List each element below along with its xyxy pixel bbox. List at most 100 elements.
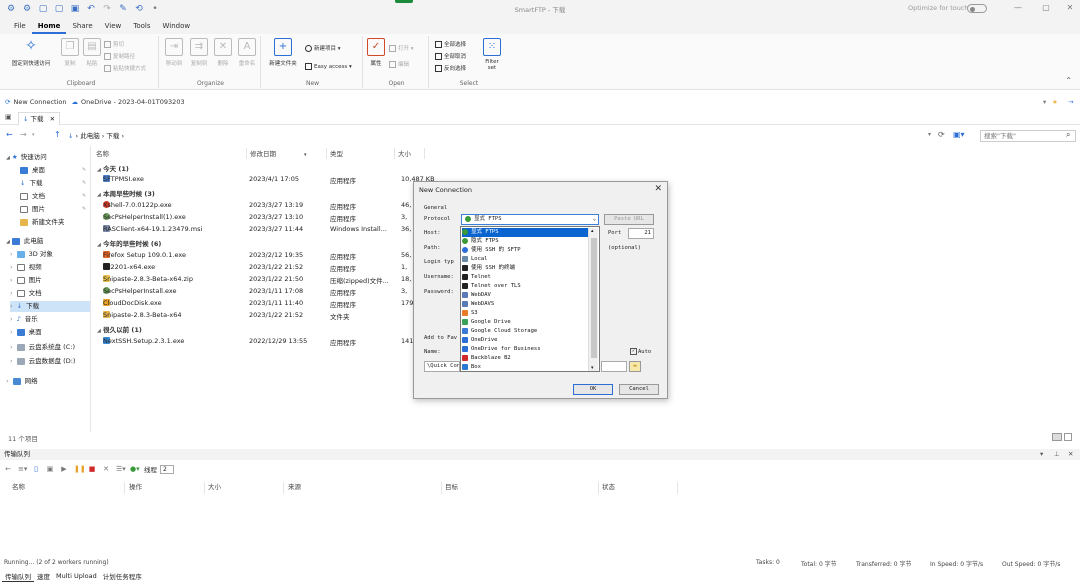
collapse-icon[interactable]: ◢: [97, 242, 101, 248]
stop-icon[interactable]: ■: [88, 465, 96, 473]
details-view-icon[interactable]: [1052, 433, 1062, 441]
list-icon[interactable]: ≡▾: [18, 465, 27, 473]
menu-window[interactable]: Window: [157, 18, 197, 34]
menu-view[interactable]: View: [99, 18, 128, 34]
nav-quick-pictures[interactable]: 图片: [20, 204, 45, 215]
protocol-option-implicit-ftps[interactable]: 隐式 FTPS: [462, 237, 588, 246]
protocol-select[interactable]: 显式 FTPS ⌄: [461, 214, 599, 225]
protocol-option-google-drive[interactable]: Google Drive: [462, 318, 588, 327]
new-folder-button[interactable]: + 新建文件夹: [265, 38, 301, 67]
session-link[interactable]: OneDrive - 2023-04-01T093203: [81, 98, 185, 106]
optimize-touch-toggle[interactable]: [967, 4, 987, 13]
back-icon[interactable]: ←: [4, 465, 12, 473]
table-row[interactable]: Snipaste-2.8.3-Beta-x64 2023/1/22 21:52 …: [93, 311, 423, 322]
nav-drive-d[interactable]: › 云盘数据盘 (D:): [10, 356, 75, 367]
nav-desktop[interactable]: › 桌面: [10, 327, 42, 338]
expand-icon[interactable]: ›: [10, 328, 13, 336]
pin-icon[interactable]: ✎: [82, 193, 86, 199]
path-dropdown-icon[interactable]: ▾: [928, 131, 931, 138]
queue-dropdown-icon[interactable]: ▾: [1040, 449, 1043, 460]
dropdown-scrollbar[interactable]: ▴ ▾: [588, 228, 598, 371]
select-all-button[interactable]: 全部选择: [435, 40, 466, 50]
column-header-name[interactable]: 名称: [93, 148, 247, 159]
view-options-icon[interactable]: ▣▾: [953, 130, 965, 139]
group-header[interactable]: ◢ 很久以前 (1): [97, 324, 142, 334]
workers-input[interactable]: 2: [160, 464, 174, 474]
expand-icon[interactable]: ›: [10, 315, 13, 323]
rename-button[interactable]: A 重命名: [236, 38, 258, 67]
new-item-button[interactable]: 新建项目 ▾: [305, 44, 341, 54]
nav-3d-objects[interactable]: › 3D 对象: [10, 249, 53, 260]
tab-list-icon[interactable]: ▣: [5, 113, 12, 121]
protocol-option-telnet[interactable]: Telnet: [462, 273, 588, 282]
copy-path-button[interactable]: 复制路径: [104, 52, 135, 62]
scroll-down-icon[interactable]: ▾: [591, 365, 594, 371]
go-arrow-icon[interactable]: →: [1068, 98, 1073, 106]
menu-tools[interactable]: Tools: [127, 18, 156, 34]
name-input[interactable]: \Quick Con: [424, 361, 460, 372]
invert-selection-button[interactable]: 反向选择: [435, 64, 466, 74]
breadcrumb-this-pc[interactable]: 此电脑: [80, 132, 100, 140]
nav-quick-access[interactable]: ◢ ★ 快速访问: [6, 152, 47, 163]
queue-close-icon[interactable]: ✕: [1068, 449, 1073, 460]
nav-drive-c[interactable]: › 云盘系统盘 (C:): [10, 342, 75, 353]
nav-quick-documents[interactable]: 文档: [20, 191, 45, 202]
paste-url-button[interactable]: Paste URL: [604, 214, 654, 225]
scrollbar-thumb[interactable]: [591, 238, 597, 358]
pin-quick-access-button[interactable]: ✧ 固定到快速访问: [4, 38, 58, 67]
nav-quick-desktop[interactable]: 桌面: [20, 165, 45, 176]
column-header-type[interactable]: 类型: [327, 148, 395, 159]
queue-col-size[interactable]: 大小: [206, 482, 284, 494]
close-button[interactable]: ✕: [1062, 2, 1078, 14]
pin-icon[interactable]: ✎: [82, 167, 86, 173]
table-row[interactable]: RASClient-x64-19.1.23479.msi 2023/3/27 1…: [93, 225, 423, 236]
nav-downloads[interactable]: › ↓ 下载: [10, 301, 90, 312]
search-input[interactable]: 搜索"下载": [980, 130, 1076, 142]
pin-icon[interactable]: ✎: [82, 206, 86, 212]
queue-col-source[interactable]: 来源: [286, 482, 442, 494]
nav-pictures[interactable]: › 图片: [10, 275, 42, 286]
nav-videos[interactable]: › 视频: [10, 262, 42, 273]
table-row[interactable]: SecPsHelperInstall.exe 2023/1/11 17:08 应…: [93, 287, 423, 298]
protocol-option-onedrive[interactable]: OneDrive: [462, 336, 588, 345]
scroll-up-icon[interactable]: ▴: [591, 228, 594, 234]
group-header[interactable]: ◢ 本周早些时候 (3): [97, 188, 155, 198]
play-icon[interactable]: ▶: [60, 465, 68, 473]
collapse-icon[interactable]: ◢: [97, 192, 101, 198]
group-header[interactable]: ◢ 今年的早些时候 (6): [97, 238, 161, 248]
easy-access-button[interactable]: Easy access ▾: [305, 62, 352, 72]
ok-button[interactable]: OK: [573, 384, 613, 395]
history-dropdown-icon[interactable]: ▾: [32, 132, 35, 138]
copy-button[interactable]: ❐ 复制: [60, 38, 80, 67]
nav-this-pc[interactable]: ◢ 此电脑: [6, 236, 43, 247]
protocol-option-ssh-terminal[interactable]: 使用 SSH 的终端: [462, 264, 588, 273]
table-row[interactable]: Firefox Setup 109.0.1.exe 2023/2/12 19:3…: [93, 251, 423, 262]
scheduler-icon[interactable]: ●▾: [130, 465, 140, 473]
pause-icon[interactable]: ❚❚: [74, 465, 86, 473]
expand-icon[interactable]: ›: [10, 250, 13, 258]
select-none-button[interactable]: 全部取消: [435, 52, 466, 62]
protocol-option-google-cloud[interactable]: Google Cloud Storage: [462, 327, 588, 336]
favorite-star-icon[interactable]: ★: [1052, 98, 1058, 106]
edit-button[interactable]: 编辑: [389, 60, 409, 70]
queue-col-name[interactable]: 名称: [10, 482, 125, 494]
connbar-dropdown-icon[interactable]: ▾: [1043, 98, 1046, 106]
column-header-date[interactable]: 修改日期 ▾: [247, 148, 327, 159]
protocol-option-backblaze[interactable]: Backblaze B2: [462, 354, 588, 363]
table-row[interactable]: 7z2201-x64.exe 2023/1/22 21:52 应用程序 1,: [93, 263, 423, 274]
path-breadcrumb[interactable]: ↓ › 此电脑 › 下载 ›: [68, 130, 948, 142]
expand-icon[interactable]: ›: [10, 289, 13, 297]
table-row[interactable]: Xshell-7.0.0122p.exe 2023/3/27 13:19 应用程…: [93, 201, 423, 212]
properties-button[interactable]: ✓ 属性: [367, 38, 385, 67]
expand-icon[interactable]: ›: [10, 263, 13, 271]
queue-col-action[interactable]: 操作: [127, 482, 205, 494]
open-button[interactable]: 打开 ▾: [389, 44, 414, 54]
collapse-icon[interactable]: ◢: [97, 167, 101, 173]
bottom-tab-queue[interactable]: 传输队列: [2, 571, 34, 582]
protocol-option-sftp[interactable]: 使用 SSH 的 SFTP: [462, 246, 588, 255]
bottom-tab-speed[interactable]: 速度: [34, 571, 53, 581]
paste-button[interactable]: ▤ 粘贴: [82, 38, 102, 67]
forward-icon[interactable]: →: [20, 130, 27, 139]
protocol-option-box[interactable]: Box: [462, 363, 588, 372]
protocol-option-s3[interactable]: S3: [462, 309, 588, 318]
